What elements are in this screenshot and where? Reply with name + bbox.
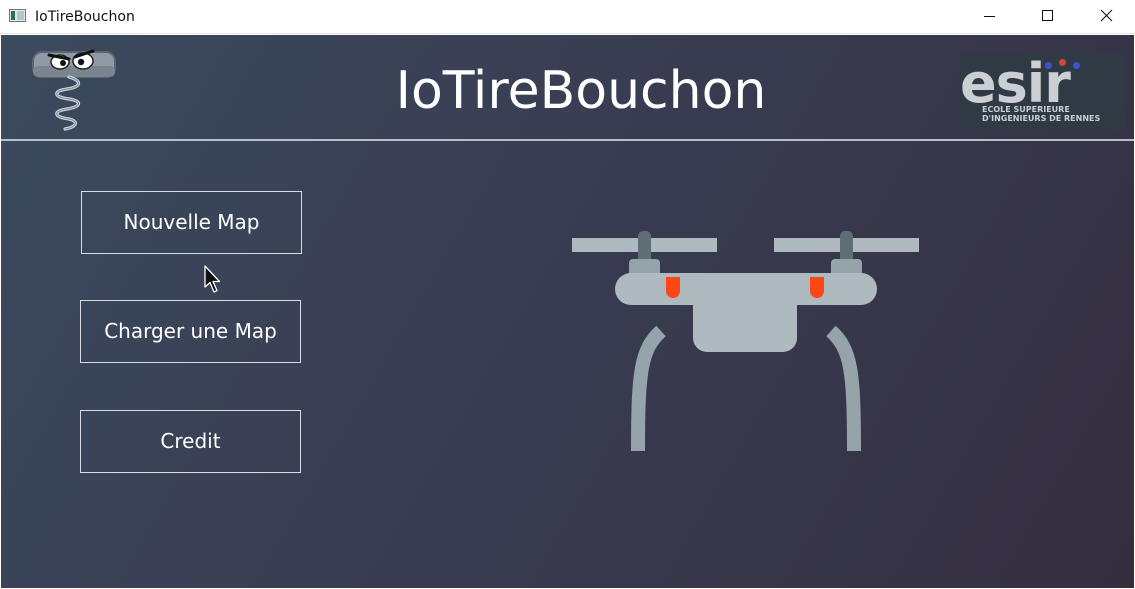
logo-wordmark: esir [960, 53, 1071, 115]
logo-subtitle: ECOLE SUPERIEURE D'INGENIEURS DE RENNES [982, 105, 1101, 123]
close-icon [1100, 9, 1113, 22]
maximize-icon [1042, 10, 1053, 21]
main-view: IoTireBouchon esir ECOLE SUPERIEURE D'IN… [1, 35, 1134, 588]
minimize-icon [984, 16, 995, 17]
window-title: IoTireBouchon [35, 9, 135, 25]
corkscrew-mascot-icon [32, 49, 116, 131]
mouse-cursor-icon [204, 265, 221, 293]
credit-button[interactable]: Credit [80, 410, 301, 473]
app-window: IoTireBouchon IoTireBouchon esir ECOLE S… [0, 0, 1135, 589]
app-icon [9, 9, 26, 22]
close-button[interactable] [1077, 0, 1135, 32]
app-title-heading: IoTireBouchon [395, 61, 767, 121]
logo-dot-blue-2 [1073, 62, 1080, 69]
load-map-button[interactable]: Charger une Map [80, 300, 301, 363]
maximize-button[interactable] [1018, 0, 1076, 32]
new-map-button[interactable]: Nouvelle Map [81, 191, 302, 254]
minimize-button[interactable] [960, 0, 1018, 32]
title-bar[interactable]: IoTireBouchon [0, 0, 1135, 34]
drone-icon [572, 231, 919, 452]
header-divider [1, 139, 1134, 141]
esir-logo: esir ECOLE SUPERIEURE D'INGENIEURS DE RE… [960, 53, 1125, 129]
